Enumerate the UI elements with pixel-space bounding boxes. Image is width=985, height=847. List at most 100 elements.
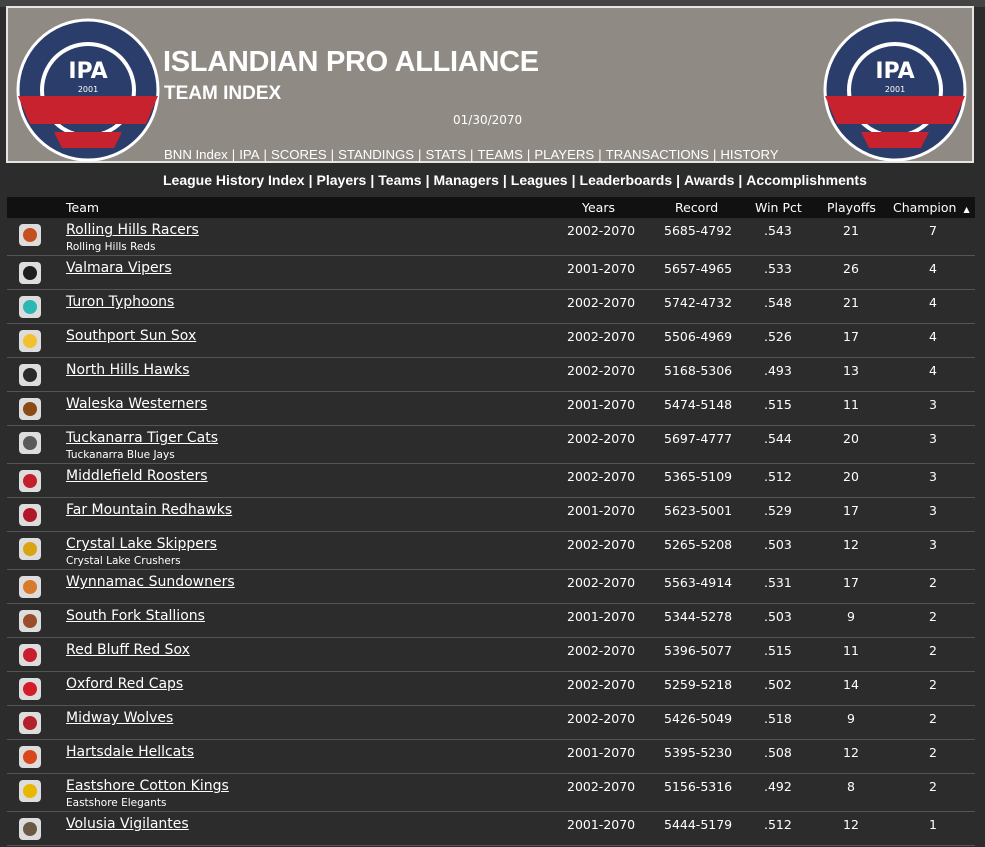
team-championships: 3 <box>929 469 937 484</box>
team-link[interactable]: Midway Wolves <box>66 710 173 726</box>
team-logo-icon[interactable] <box>19 470 41 492</box>
page-subtitle: TEAM INDEX <box>164 83 282 104</box>
team-link[interactable]: Rolling Hills Racers <box>66 222 199 238</box>
team-years: 2002-2070 <box>567 643 636 658</box>
team-record: 5697-4777 <box>664 431 733 446</box>
subnav-managers[interactable]: Managers <box>434 172 499 188</box>
header-banner: IPA 2001 ISLANDIAN PRO ALLIANCE TEAM IND… <box>6 6 974 163</box>
nav-ipa[interactable]: IPA <box>239 147 259 162</box>
nav-transactions[interactable]: TRANSACTIONS <box>606 147 709 162</box>
team-championships: 2 <box>929 677 937 692</box>
team-championships: 3 <box>929 503 937 518</box>
team-link[interactable]: Far Mountain Redhawks <box>66 502 232 518</box>
team-link[interactable]: Oxford Red Caps <box>66 676 183 692</box>
team-logo-icon[interactable] <box>19 610 41 632</box>
league-logo-right[interactable]: IPA 2001 <box>821 16 969 164</box>
table-header: Team Years Record Win Pct Playoffs Champ… <box>7 197 975 218</box>
team-logo-mark <box>23 614 37 628</box>
col-header-champion[interactable]: Champion ▲ <box>893 200 970 215</box>
team-logo-icon[interactable] <box>19 330 41 352</box>
team-logo-icon[interactable] <box>19 746 41 768</box>
team-logo-icon[interactable] <box>19 224 41 246</box>
table-row: Southport Sun Sox 2002-2070 5506-4969 .526 1… <box>7 324 975 358</box>
team-link[interactable]: Southport Sun Sox <box>66 328 196 344</box>
team-link[interactable]: Waleska Westerners <box>66 396 207 412</box>
team-record: 5396-5077 <box>664 643 733 658</box>
nav-standings[interactable]: STANDINGS <box>338 147 414 162</box>
team-playoffs: 9 <box>847 609 855 624</box>
table-row: Rolling Hills Racers Rolling Hills Reds 20… <box>7 218 975 256</box>
team-logo-icon[interactable] <box>19 432 41 454</box>
team-logo-icon[interactable] <box>19 262 41 284</box>
team-logo-icon[interactable] <box>19 398 41 420</box>
team-link[interactable]: Eastshore Cotton Kings <box>66 778 229 794</box>
team-logo-icon[interactable] <box>19 296 41 318</box>
team-win-pct: .526 <box>764 329 792 344</box>
team-logo-icon[interactable] <box>19 678 41 700</box>
team-logo-icon[interactable] <box>19 576 41 598</box>
team-playoffs: 11 <box>843 397 859 412</box>
team-record: 5426-5049 <box>664 711 733 726</box>
team-win-pct: .515 <box>764 397 792 412</box>
team-link[interactable]: Middlefield Roosters <box>66 468 208 484</box>
team-championships: 3 <box>929 397 937 412</box>
team-logo-mark <box>23 648 37 662</box>
team-logo-mark <box>23 580 37 594</box>
nav-bnn-index[interactable]: BNN Index <box>164 147 228 162</box>
subnav-players[interactable]: Players <box>317 172 367 188</box>
team-logo-icon[interactable] <box>19 818 41 840</box>
table-row: Red Bluff Red Sox 2002-2070 5396-5077 .515 1… <box>7 638 975 672</box>
team-link[interactable]: Hartsdale Hellcats <box>66 744 194 760</box>
subnav-accomplishments[interactable]: Accomplishments <box>746 172 867 188</box>
team-link[interactable]: North Hills Hawks <box>66 362 190 378</box>
team-link[interactable]: Wynnamac Sundowners <box>66 574 235 590</box>
col-header-record[interactable]: Record <box>675 200 718 215</box>
subnav-leagues[interactable]: Leagues <box>511 172 568 188</box>
team-championships: 1 <box>929 817 937 832</box>
team-logo-mark <box>23 508 37 522</box>
col-header-playoffs[interactable]: Playoffs <box>827 200 876 215</box>
team-logo-icon[interactable] <box>19 538 41 560</box>
subnav-teams[interactable]: Teams <box>378 172 421 188</box>
team-link[interactable]: Volusia Vigilantes <box>66 816 189 832</box>
nav-teams[interactable]: TEAMS <box>477 147 522 162</box>
table-row: Turon Typhoons 2002-2070 5742-4732 .548 21 4 <box>7 290 975 324</box>
team-championships: 2 <box>929 575 937 590</box>
team-logo-icon[interactable] <box>19 364 41 386</box>
col-header-years[interactable]: Years <box>582 200 615 215</box>
team-years: 2002-2070 <box>567 779 636 794</box>
team-logo-mark <box>23 542 37 556</box>
subnav-leaderboards[interactable]: Leaderboards <box>580 172 673 188</box>
team-link[interactable]: Red Bluff Red Sox <box>66 642 190 658</box>
nav-stats[interactable]: STATS <box>425 147 466 162</box>
col-header-champion-label: Champion <box>893 200 957 215</box>
team-link[interactable]: Crystal Lake Skippers <box>66 536 217 552</box>
team-link[interactable]: Tuckanarra Tiger Cats <box>66 430 218 446</box>
team-logo-icon[interactable] <box>19 712 41 734</box>
nav-history[interactable]: HISTORY <box>720 147 778 162</box>
team-win-pct: .503 <box>764 609 792 624</box>
table-row: Far Mountain Redhawks 2001-2070 5623-5001.… <box>7 498 975 532</box>
table-row: Eastshore Cotton Kings Eastshore Elegants… <box>7 774 975 812</box>
col-header-win-pct[interactable]: Win Pct <box>755 200 802 215</box>
team-link[interactable]: South Fork Stallions <box>66 608 205 624</box>
nav-scores[interactable]: SCORES <box>271 147 327 162</box>
league-logo-left[interactable]: IPA 2001 <box>14 16 162 164</box>
team-logo-icon[interactable] <box>19 504 41 526</box>
nav-players[interactable]: PLAYERS <box>534 147 594 162</box>
team-championships: 3 <box>929 431 937 446</box>
team-logo-icon[interactable] <box>19 780 41 802</box>
team-link[interactable]: Valmara Vipers <box>66 260 172 276</box>
table-row: Waleska Westerners 2001-2070 5474-5148 .515… <box>7 392 975 426</box>
svg-text:2001: 2001 <box>78 85 98 94</box>
team-playoffs: 11 <box>843 643 859 658</box>
team-logo-mark <box>23 474 37 488</box>
team-link[interactable]: Turon Typhoons <box>66 294 174 310</box>
team-years: 2001-2070 <box>567 261 636 276</box>
subnav-league-history-index[interactable]: League History Index <box>163 172 305 188</box>
subnav-awards[interactable]: Awards <box>684 172 734 188</box>
team-logo-icon[interactable] <box>19 644 41 666</box>
table-row: North Hills Hawks 2002-2070 5168-5306 .493 1… <box>7 358 975 392</box>
team-years: 2001-2070 <box>567 503 636 518</box>
col-header-team[interactable]: Team <box>66 200 99 215</box>
